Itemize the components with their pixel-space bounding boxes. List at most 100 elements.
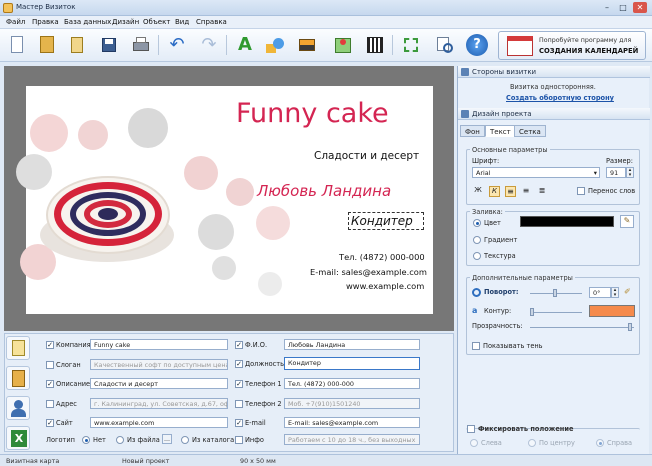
preview-icon[interactable]: [434, 34, 456, 56]
logo-file-browse-button[interactable]: …: [162, 434, 172, 444]
align-right-icon[interactable]: ≡: [521, 186, 531, 196]
brush-icon[interactable]: ✐: [624, 287, 635, 298]
contacts-icon[interactable]: [6, 396, 30, 420]
fullname-checkbox[interactable]: ✓: [235, 341, 243, 349]
minimize-button[interactable]: –: [600, 2, 614, 13]
menu-file[interactable]: Файл: [6, 18, 25, 26]
opacity-slider[interactable]: [530, 327, 634, 328]
save-icon[interactable]: [98, 34, 120, 56]
font-label: Шрифт:: [472, 157, 500, 165]
new-document-icon[interactable]: [6, 34, 28, 56]
logo-none-radio[interactable]: [82, 436, 90, 444]
card-slogan[interactable]: Сладости и десерт: [314, 150, 419, 162]
close-button[interactable]: ✕: [633, 2, 647, 13]
company-input[interactable]: Funny cake: [90, 339, 228, 350]
design-header[interactable]: Дизайн проекта: [458, 108, 650, 120]
position-checkbox[interactable]: ✓: [235, 360, 243, 368]
position-input[interactable]: Кондитер: [284, 357, 420, 370]
add-text-icon[interactable]: A: [234, 34, 256, 56]
card-phone[interactable]: Тел. (4872) 000-000: [339, 252, 425, 262]
info-input[interactable]: Работаем с 10 до 18 ч., без выходных: [284, 434, 420, 445]
business-card[interactable]: Funny cake Сладости и десерт Любовь Ланд…: [16, 86, 433, 314]
address-checkbox[interactable]: [46, 400, 54, 408]
fill-gradient-radio[interactable]: [473, 236, 481, 244]
tab-grid[interactable]: Сетка: [514, 125, 546, 137]
excel-import-icon[interactable]: X: [6, 426, 30, 450]
fullname-input[interactable]: Любовь Ландина: [284, 339, 420, 350]
phone2-input[interactable]: Моб. +7(910)1501240: [284, 398, 420, 409]
info-checkbox[interactable]: [235, 436, 243, 444]
address-input[interactable]: г. Калининград, ул. Советская, д.67, оф.…: [90, 398, 228, 409]
opacity-slider-thumb[interactable]: [628, 323, 632, 331]
undo-icon[interactable]: ↶: [166, 34, 188, 56]
company-checkbox[interactable]: ✓: [46, 341, 54, 349]
slogan-checkbox[interactable]: [46, 361, 54, 369]
menu-help[interactable]: Справка: [196, 18, 227, 26]
fix-center-radio[interactable]: [528, 439, 536, 447]
description-checkbox[interactable]: ✓: [46, 380, 54, 388]
card-company[interactable]: Funny cake: [236, 98, 389, 129]
slogan-input[interactable]: Качественный софт по доступным ценам: [90, 359, 228, 370]
eyedropper-icon[interactable]: ✎: [620, 215, 634, 228]
email-input[interactable]: E-mail: sales@example.com: [284, 417, 420, 428]
logo-catalog-radio[interactable]: [181, 436, 189, 444]
font-size-input[interactable]: 91: [606, 167, 626, 178]
add-image-icon[interactable]: [296, 34, 318, 56]
size-spinner[interactable]: ▴ ▾: [626, 167, 634, 178]
tab-text[interactable]: Текст: [485, 125, 516, 137]
card-site[interactable]: www.example.com: [346, 281, 424, 291]
fix-right-radio[interactable]: [596, 439, 604, 447]
site-label: Сайт: [56, 419, 73, 427]
fit-to-page-icon[interactable]: [400, 34, 422, 56]
print-icon[interactable]: [130, 34, 152, 56]
maximize-button[interactable]: □: [616, 2, 630, 13]
justify-icon[interactable]: ≣: [537, 186, 547, 196]
fix-left-radio[interactable]: [470, 439, 478, 447]
card-email[interactable]: E-mail: sales@example.com: [310, 267, 427, 277]
align-center-icon[interactable]: ≡: [505, 186, 516, 197]
menu-database[interactable]: База данных: [64, 18, 111, 26]
create-back-side-link[interactable]: Создать оборотную сторону: [506, 94, 614, 102]
add-map-icon[interactable]: [332, 34, 354, 56]
logo-file-radio[interactable]: [116, 436, 124, 444]
templates-icon[interactable]: [66, 34, 88, 56]
card-name[interactable]: Любовь Ландина: [257, 182, 391, 200]
fill-color-radio[interactable]: [473, 219, 481, 227]
fill-texture-radio[interactable]: [473, 252, 481, 260]
rotate-input[interactable]: 0°: [589, 287, 611, 298]
italic-icon[interactable]: К: [489, 186, 500, 197]
outline-slider[interactable]: [530, 312, 582, 313]
outline-slider-thumb[interactable]: [530, 308, 534, 316]
rotate-spinner[interactable]: ▴ ▾: [611, 287, 619, 298]
word-wrap-checkbox[interactable]: [577, 187, 585, 195]
fix-position-checkbox[interactable]: [467, 425, 475, 433]
font-select[interactable]: Arial ▾: [472, 167, 600, 178]
phone1-checkbox[interactable]: ✓: [235, 380, 243, 388]
add-shape-icon[interactable]: [264, 34, 286, 56]
fill-color-swatch[interactable]: [520, 216, 614, 227]
card-position[interactable]: Кондитер: [351, 214, 413, 228]
edit-fields-icon[interactable]: [6, 336, 30, 360]
redo-icon[interactable]: ↷: [198, 34, 220, 56]
email-checkbox[interactable]: ✓: [235, 419, 243, 427]
outline-color-swatch[interactable]: [589, 305, 635, 317]
rotate-slider-thumb[interactable]: [553, 289, 557, 297]
menu-object[interactable]: Объект: [143, 18, 170, 26]
site-checkbox[interactable]: ✓: [46, 419, 54, 427]
help-icon[interactable]: ?: [466, 34, 488, 56]
sides-header[interactable]: Стороны визитки: [458, 66, 650, 78]
open-catalog-icon[interactable]: [36, 34, 58, 56]
menu-design[interactable]: Дизайн: [112, 18, 139, 26]
description-input[interactable]: Сладости и десерт: [90, 378, 228, 389]
align-left-icon[interactable]: Ж: [473, 186, 483, 196]
menu-view[interactable]: Вид: [175, 18, 189, 26]
shadow-checkbox[interactable]: [472, 342, 480, 350]
phone1-input[interactable]: Тел. (4872) 000-000: [284, 378, 420, 389]
qr-code-icon[interactable]: [364, 34, 386, 56]
phone2-checkbox[interactable]: [235, 400, 243, 408]
calendar-promo-button[interactable]: Попробуйте программу для СОЗДАНИЯ КАЛЕНД…: [498, 31, 646, 60]
tab-background[interactable]: Фон: [460, 125, 485, 137]
menu-edit[interactable]: Правка: [32, 18, 59, 26]
database-icon[interactable]: [6, 366, 30, 390]
site-input[interactable]: www.example.com: [90, 417, 228, 428]
